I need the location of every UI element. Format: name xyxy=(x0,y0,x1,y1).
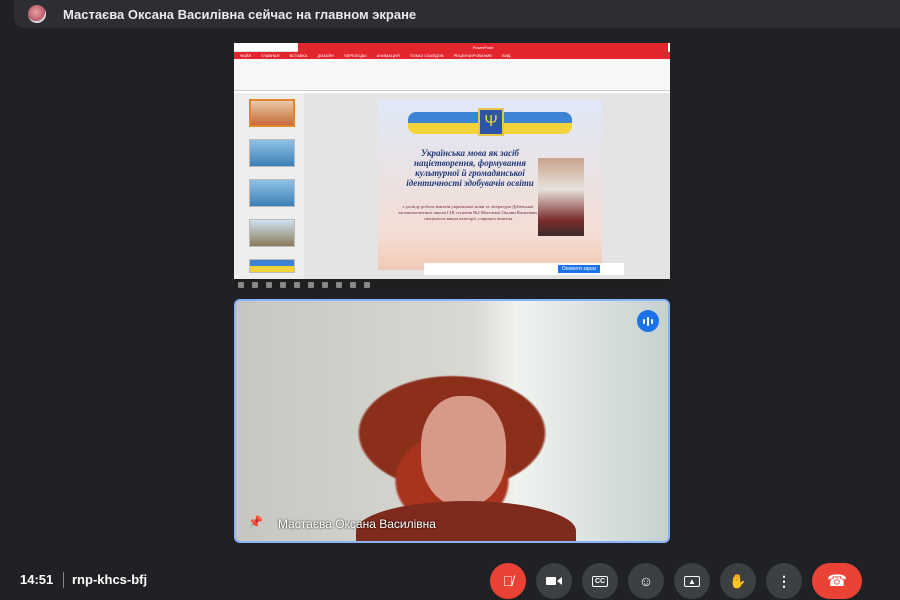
slide-thumbnails xyxy=(234,93,304,279)
present-button[interactable]: ▲ xyxy=(674,563,710,599)
ribbon-tab: ПОКАЗ СЛАЙДОВ xyxy=(409,53,444,58)
reactions-button[interactable]: ☺ xyxy=(628,563,664,599)
presenting-banner: Мастаєва Оксана Василівна сейчас на глав… xyxy=(14,0,900,28)
windows-taskbar xyxy=(234,279,670,290)
ribbon-tab: ВСТАВКА xyxy=(289,53,308,58)
ppt-title: PowerPoint xyxy=(298,43,668,52)
hand-icon: ✋ xyxy=(729,572,747,589)
slide-thumb xyxy=(249,259,295,273)
ribbon-tab: ФАЙЛ xyxy=(240,53,252,58)
ribbon-tab: РЕЦЕНЗИРОВАНИЕ xyxy=(453,53,493,58)
emoji-icon: ☺ xyxy=(638,573,654,589)
slide-area: Ψ Українська мова як засіб націєтворення… xyxy=(304,93,670,279)
screen-share: PowerPoint ФАЙЛ ГЛАВНАЯ ВСТАВКА ДИЗАЙН П… xyxy=(234,43,670,290)
ppt-ribbon xyxy=(234,59,670,91)
clock: 14:51 xyxy=(20,572,54,587)
ribbon-tab: АНИМАЦИЯ xyxy=(376,53,400,58)
speaking-indicator-icon xyxy=(637,310,659,332)
slide-thumb xyxy=(249,179,295,207)
more-icon: ⋮ xyxy=(777,572,791,589)
presenter-avatar xyxy=(28,5,46,23)
more-options-button[interactable]: ⋮ xyxy=(766,563,802,599)
phone-hangup-icon: ☎ xyxy=(827,573,847,590)
current-slide: Ψ Українська мова як засіб націєтворення… xyxy=(378,100,602,270)
trident-emblem-icon: Ψ xyxy=(478,108,504,136)
video-icon xyxy=(546,577,562,585)
slide-thumb xyxy=(249,99,295,127)
mic-off-icon: 🎙̸ xyxy=(502,573,514,589)
slide-subtitle: з досвіду роботи вчителя української мов… xyxy=(398,204,538,221)
camera-button[interactable] xyxy=(536,563,572,599)
slide-title: Українська мова як засіб націєтворення, … xyxy=(406,148,534,188)
ppt-ribbon-tabs: ФАЙЛ ГЛАВНАЯ ВСТАВКА ДИЗАЙН ПЕРЕХОДЫ АНИ… xyxy=(234,52,670,59)
present-icon: ▲ xyxy=(684,575,700,587)
divider xyxy=(63,572,64,588)
teacher-photo xyxy=(538,158,584,236)
ribbon-tab: ДИЗАЙН xyxy=(317,53,334,58)
ribbon-tab: ВИД xyxy=(502,53,511,58)
ppt-title-bar: PowerPoint xyxy=(234,43,670,52)
leave-call-button[interactable]: ☎ xyxy=(812,563,862,599)
participant-face xyxy=(421,396,506,506)
cc-icon: CC xyxy=(591,575,609,587)
update-notice: Оновити зараз xyxy=(424,263,624,275)
ribbon-tab: ГЛАВНАЯ xyxy=(261,53,280,58)
slide-thumb xyxy=(249,219,295,247)
bottom-bar: 14:51 rnp-khcs-bfj 🎙̸ CC ☺ ▲ ✋ ⋮ ☎ xyxy=(0,560,900,600)
update-button: Оновити зараз xyxy=(558,265,600,273)
presenting-text: Мастаєва Оксана Василівна сейчас на глав… xyxy=(63,6,417,22)
microphone-off-button[interactable]: 🎙̸ xyxy=(490,563,526,599)
captions-button[interactable]: CC xyxy=(582,563,618,599)
pin-icon[interactable]: 📌 xyxy=(248,515,263,529)
participant-name: Мастаєва Оксана Василівна xyxy=(278,517,436,531)
ribbon-tab: ПЕРЕХОДЫ xyxy=(343,53,367,58)
raise-hand-button[interactable]: ✋ xyxy=(720,563,756,599)
participant-video-tile[interactable]: 📌 Мастаєва Оксана Василівна xyxy=(234,299,670,543)
meeting-code: rnp-khcs-bfj xyxy=(72,572,148,587)
slide-thumb xyxy=(249,139,295,167)
